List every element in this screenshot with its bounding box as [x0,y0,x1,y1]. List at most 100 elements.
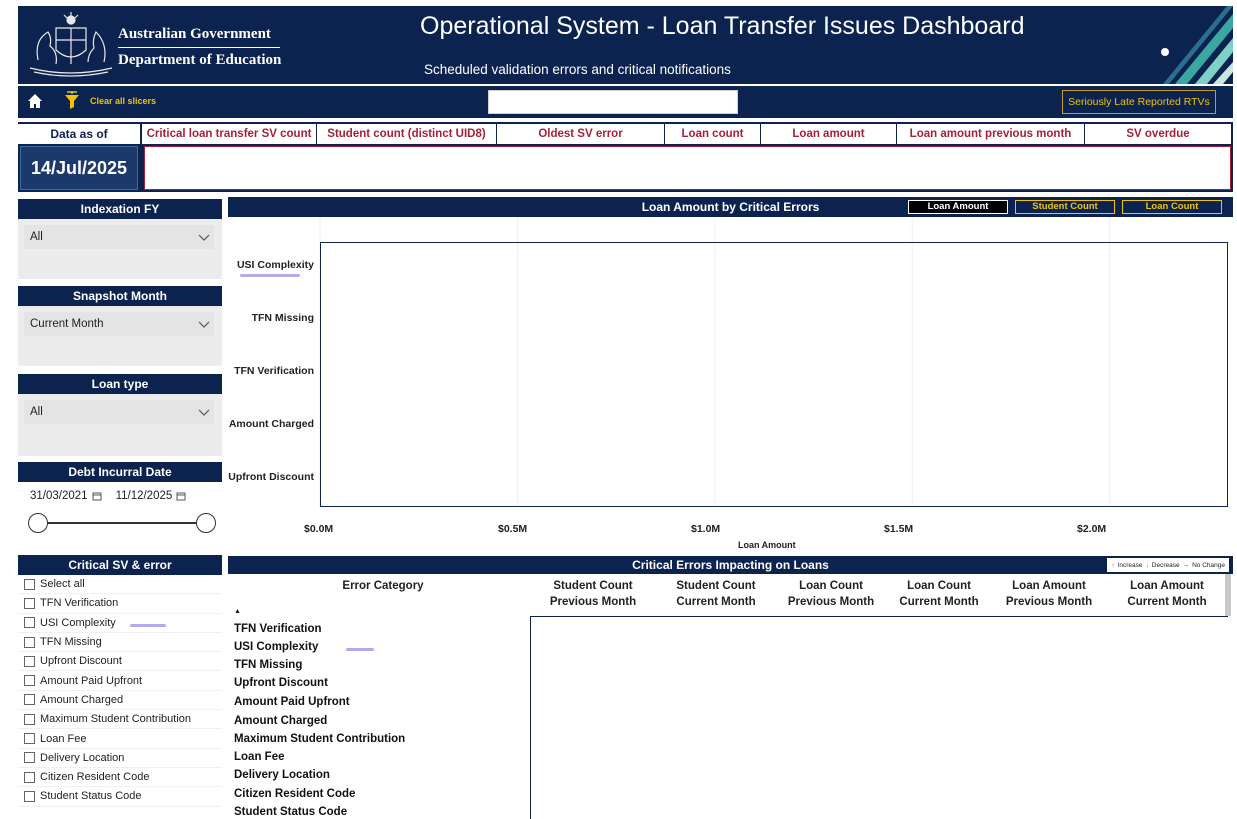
checkbox-icon[interactable] [24,752,35,764]
col-header-line2: Previous Month [1005,596,1093,608]
student-count-toggle[interactable]: Student Count [1015,200,1115,214]
snapshot-month-dropdown[interactable]: Current Month [24,312,214,336]
clear-filter-icon[interactable] [64,91,80,111]
checkbox-tfn-verification[interactable]: TFN Verification [18,594,222,614]
x-tick-label: $1.0M [691,523,721,535]
debt-incurral-date-title: Debt Incurral Date [18,462,222,482]
checkbox-icon[interactable] [24,733,35,745]
checkbox-icon[interactable] [24,771,35,783]
kpi-values-area [144,146,1231,190]
kpi-header-loan-amount-prev: Loan amount previous month [897,124,1085,144]
chart-plot-frame [320,242,1228,507]
checkbox-max-student-contribution[interactable]: Maximum Student Contribution [18,710,222,730]
chevron-down-icon [198,234,210,241]
checkbox-icon[interactable] [24,617,35,629]
search-input[interactable] [488,90,738,114]
table-row-label: Student Status Code [234,806,348,818]
table-scrollbar[interactable] [1225,574,1231,616]
checkbox-icon[interactable] [24,636,35,648]
table-row-label: Delivery Location [234,769,330,781]
col-header-student-curr[interactable]: Student Count Current Month [661,578,771,610]
loan-type-dropdown[interactable]: All [24,400,214,424]
checkbox-label: Select all [40,578,85,591]
checkbox-icon[interactable] [24,655,35,667]
checkbox-amount-charged[interactable]: Amount Charged [18,691,222,711]
table-row-label: TFN Missing [234,659,303,671]
start-date-field[interactable]: 31/03/2021 [30,490,102,502]
table-row-label: Amount Charged [234,715,328,727]
data-as-of-value: 14/Jul/2025 [20,146,138,190]
kpi-header-loan-count: Loan count [665,124,761,144]
col-header-student-prev[interactable]: Student Count Previous Month [538,578,648,610]
seriously-late-rtvs-button[interactable]: Seriously Late Reported RTVs [1062,90,1216,114]
critical-sv-error-title: Critical SV & error [18,555,222,575]
checkbox-label: Upfront Discount [40,655,122,668]
date-range-track[interactable] [38,522,208,524]
decorative-stripes-icon [1161,6,1233,84]
category-label: Upfront Discount [228,471,314,483]
category-label: TFN Verification [234,365,314,377]
checkbox-loan-fee[interactable]: Loan Fee [18,729,222,749]
table-title: Critical Errors Impacting on Loans [632,558,829,572]
category-label: Amount Charged [228,418,314,430]
col-header-line1: Loan Count [907,580,971,592]
col-header-loan-amount-curr[interactable]: Loan Amount Current Month [1112,578,1222,610]
col-header-line2: Previous Month [787,596,875,608]
checkbox-citizen-resident-code[interactable]: Citizen Resident Code [18,768,222,788]
decrease-arrow-icon: ↓ [1145,561,1149,569]
sort-ascending-icon[interactable]: ▲ [234,608,241,615]
loan-count-toggle[interactable]: Loan Count [1122,200,1222,214]
checkbox-label: USI Complexity [40,616,116,629]
col-header-line1: Loan Amount [1012,580,1086,592]
debt-incurral-date-slicer: 31/03/2021 11/12/2025 [18,482,222,548]
checkbox-icon[interactable] [24,713,35,725]
indexation-fy-title: Indexation FY [18,199,222,219]
checkbox-label: TFN Verification [40,597,119,610]
category-label: USI Complexity [236,259,314,271]
loan-amount-toggle[interactable]: Loan Amount [908,200,1008,214]
kpi-headers: Critical loan transfer SV count Student … [142,124,1231,144]
indexation-fy-dropdown[interactable]: All [24,225,214,249]
date-range-start-handle[interactable] [28,513,48,533]
checkbox-icon[interactable] [24,790,35,802]
start-date-value: 31/03/2021 [30,490,88,502]
checkbox-icon[interactable] [24,694,35,706]
col-header-line2: Current Month [676,596,756,608]
checkbox-amount-paid-upfront[interactable]: Amount Paid Upfront [18,671,222,691]
checkbox-icon[interactable] [24,597,35,609]
col-header-loan-count-prev[interactable]: Loan Count Previous Month [776,578,886,610]
checkbox-icon[interactable] [24,578,35,590]
col-header-loan-count-curr[interactable]: Loan Count Current Month [884,578,994,610]
snapshot-month-value: Current Month [30,318,104,330]
checkbox-icon[interactable] [24,675,35,687]
x-tick-label: $0.5M [498,523,528,535]
no-change-arrow-icon: → [1182,561,1190,569]
indexation-fy-value: All [30,231,43,243]
checkbox-label: Amount Charged [40,693,124,706]
checkbox-student-status-code[interactable]: Student Status Code [18,787,222,807]
col-header-error-category[interactable]: Error Category [288,578,478,594]
legend-no-change: No Change [1192,561,1225,569]
table-values-area [530,616,1228,819]
page-title: Operational System - Loan Transfer Issue… [420,12,1025,40]
end-date-field[interactable]: 11/12/2025 [116,490,187,502]
legend-increase: Increase [1117,561,1143,569]
checkbox-usi-complexity[interactable]: USI Complexity [18,614,222,633]
table-header: Critical Errors Impacting on Loans ↑ Inc… [228,556,1233,574]
x-tick-label: $2.0M [1077,523,1107,535]
change-legend: ↑ Increase ↓ Decrease → No Change [1107,558,1229,572]
loan-amount-bar-chart: USI Complexity TFN Missing TFN Verificat… [228,217,1233,552]
date-range-end-handle[interactable] [196,513,216,533]
kpi-header-oldest-sv: Oldest SV error [497,124,665,144]
indexation-fy-slicer: All [18,219,222,279]
col-header-loan-amount-prev[interactable]: Loan Amount Previous Month [994,578,1104,610]
data-as-of-label: Data as of [18,124,140,144]
checkbox-delivery-location[interactable]: Delivery Location [18,749,222,768]
annotation-highlight [346,648,374,651]
clear-all-slicers-button[interactable]: Clear all slicers [90,96,156,106]
category-label: TFN Missing [251,312,314,324]
checkbox-upfront-discount[interactable]: Upfront Discount [18,652,222,672]
checkbox-tfn-missing[interactable]: TFN Missing [18,633,222,653]
home-icon[interactable] [26,92,44,110]
checkbox-select-all[interactable]: Select all [18,575,222,595]
